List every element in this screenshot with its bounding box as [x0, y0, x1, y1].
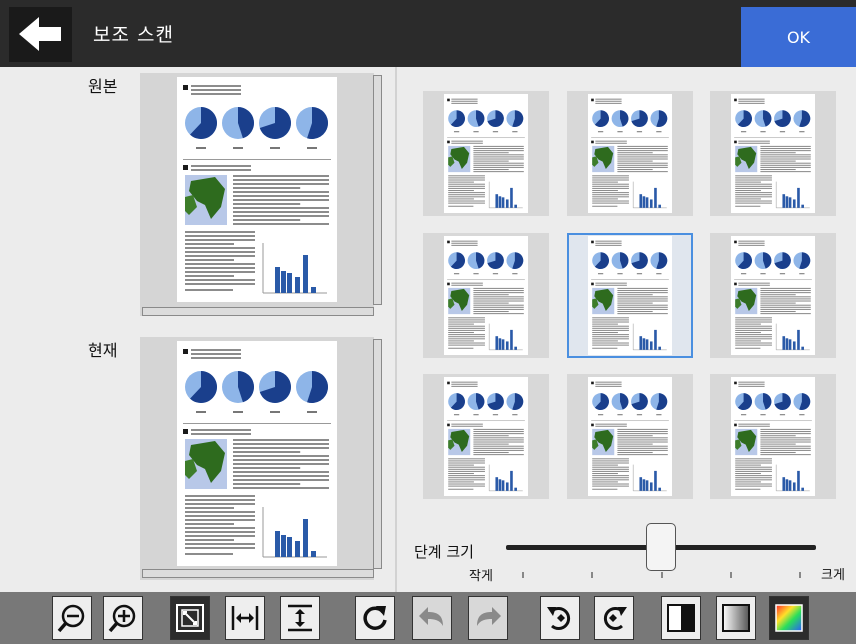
- current-vertical-scrollbar[interactable]: [373, 339, 382, 569]
- document-thumbnail: [734, 240, 812, 351]
- step-size-label: 단계 크기: [414, 543, 474, 561]
- document-thumbnail: [591, 381, 669, 492]
- step-document: [444, 377, 528, 496]
- step-cell[interactable]: [710, 374, 836, 499]
- mono-mode-icon: [667, 604, 695, 632]
- original-horizontal-scrollbar[interactable]: [142, 307, 374, 316]
- fit-page-icon: [176, 604, 204, 632]
- step-grid-panel: 단계 크기 작게 크게: [397, 67, 856, 592]
- document-thumbnail: [447, 381, 525, 492]
- rotate-button[interactable]: [355, 596, 395, 640]
- step-cell[interactable]: [423, 91, 549, 216]
- step-document: [588, 94, 672, 213]
- original-preview: [140, 73, 374, 316]
- current-document: [177, 341, 337, 566]
- document-thumbnail: [183, 349, 331, 558]
- step-cell[interactable]: [423, 374, 549, 499]
- ok-button[interactable]: OK: [741, 7, 856, 67]
- document-thumbnail: [447, 240, 525, 351]
- undo-icon: [419, 607, 443, 626]
- rotate-left-button[interactable]: [540, 596, 580, 640]
- step-document: [588, 377, 672, 496]
- zoom-out-icon: [57, 604, 85, 633]
- back-button[interactable]: [9, 7, 72, 62]
- document-thumbnail: [591, 240, 669, 351]
- redo-button[interactable]: [468, 596, 508, 640]
- slider-tick: [729, 572, 732, 578]
- fit-height-button[interactable]: [280, 596, 320, 640]
- arrow-left-icon: [19, 17, 61, 51]
- slider-tick: [660, 572, 663, 578]
- original-document: [177, 77, 337, 302]
- zoom-in-button[interactable]: [103, 596, 143, 640]
- large-label: 크게: [821, 568, 845, 583]
- current-horizontal-scrollbar[interactable]: [142, 569, 374, 578]
- original-vertical-scrollbar[interactable]: [373, 75, 382, 305]
- rotate-right-icon: [603, 607, 627, 630]
- gray-mode-icon: [722, 604, 750, 632]
- page-title: 보조 스캔: [93, 24, 174, 46]
- rotate-right-button[interactable]: [594, 596, 634, 640]
- fit-width-button[interactable]: [225, 596, 265, 640]
- slider-tick: [591, 572, 594, 578]
- step-cell[interactable]: [567, 233, 693, 358]
- redo-icon: [477, 607, 501, 626]
- mono-mode-button[interactable]: [661, 596, 701, 640]
- step-document: [444, 236, 528, 355]
- current-label: 현재: [88, 341, 118, 360]
- slider-tick: [522, 572, 524, 578]
- fit-height-icon: [288, 604, 312, 632]
- step-document: [731, 377, 815, 496]
- step-document: [731, 94, 815, 213]
- step-size-slider-thumb[interactable]: [646, 523, 676, 571]
- original-label: 원본: [88, 77, 118, 96]
- gray-mode-button[interactable]: [716, 596, 756, 640]
- undo-button[interactable]: [412, 596, 452, 640]
- zoom-in-icon: [108, 604, 136, 633]
- bottom-toolbar: [0, 592, 856, 644]
- slider-tick: [799, 572, 801, 578]
- color-mode-icon: [775, 604, 803, 632]
- fit-page-button[interactable]: [170, 596, 210, 640]
- step-document: [444, 94, 528, 213]
- step-cell[interactable]: [567, 91, 693, 216]
- step-cell[interactable]: [423, 233, 549, 358]
- current-preview: [140, 337, 374, 580]
- color-mode-button[interactable]: [769, 596, 809, 640]
- document-thumbnail: [734, 381, 812, 492]
- step-document: [731, 236, 815, 355]
- step-cell[interactable]: [710, 233, 836, 358]
- rotate-left-icon: [547, 607, 571, 630]
- fit-width-icon: [231, 606, 259, 630]
- document-thumbnail: [183, 85, 331, 294]
- document-thumbnail: [734, 98, 812, 209]
- rotate-icon: [363, 606, 387, 630]
- step-document: [588, 236, 672, 355]
- zoom-out-button[interactable]: [52, 596, 92, 640]
- step-cell[interactable]: [567, 374, 693, 499]
- small-label: 작게: [469, 569, 493, 584]
- step-cell[interactable]: [710, 91, 836, 216]
- document-thumbnail: [447, 98, 525, 209]
- document-thumbnail: [591, 98, 669, 209]
- title-bar: 보조 스캔 OK: [0, 0, 856, 67]
- preview-panel: 원본 현재: [9, 67, 395, 592]
